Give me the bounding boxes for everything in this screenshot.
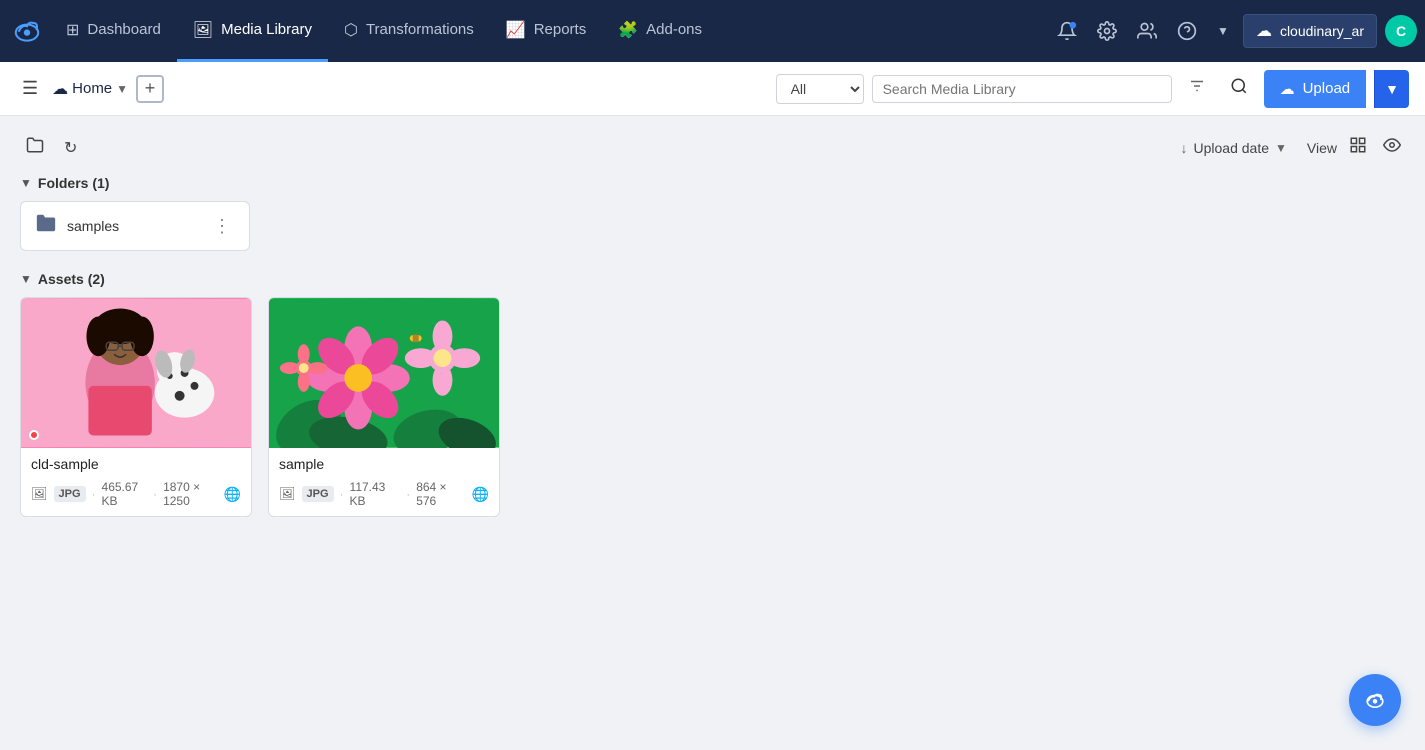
folders-section-label: Folders (1) (38, 175, 110, 191)
nav-right: ▼ ☁ cloudinary_ar C (1051, 14, 1417, 48)
home-icon: ☁ (52, 79, 68, 99)
asset-badge (29, 430, 39, 440)
sort-bar: ↻ ↓ Upload date ▼ View (20, 132, 1405, 163)
upload-cloud-icon: ☁ (1280, 80, 1295, 98)
asset-thumbnail-sample (269, 298, 499, 448)
chevron-down-help-icon[interactable]: ▼ (1211, 18, 1235, 44)
folder-grid: samples ⋮ (20, 201, 1405, 251)
sort-arrow-icon[interactable]: ↓ (1181, 140, 1188, 156)
grid-view-icon-btn[interactable] (1345, 132, 1371, 163)
asset-size: 465.67 KB (102, 480, 148, 508)
asset-size-2: 117.43 KB (350, 480, 401, 508)
asset-meta-sample: 🖼 JPG · 117.43 KB · 864 × 576 🌐 (269, 476, 499, 516)
folder-name: samples (67, 218, 199, 234)
asset-dimensions: 1870 × 1250 (163, 480, 218, 508)
asset-name-sample: sample (269, 448, 499, 476)
folder-menu-button[interactable]: ⋮ (209, 215, 235, 237)
home-chevron-icon: ▼ (116, 82, 128, 96)
assets-section-label: Assets (2) (38, 271, 105, 287)
sidebar-toggle-button[interactable]: ☰ (16, 72, 44, 105)
upload-dropdown-button[interactable]: ▼ (1374, 70, 1409, 108)
folders-chevron-icon: ▼ (20, 176, 32, 190)
asset-dimensions-2: 864 × 576 (416, 480, 465, 508)
cloud-name-button[interactable]: ☁ cloudinary_ar (1243, 14, 1377, 48)
asset-type-badge-2: JPG (302, 486, 334, 502)
help-icon-btn[interactable] (1171, 15, 1203, 47)
view-label: View (1307, 140, 1337, 156)
globe-icon[interactable]: 🌐 (224, 486, 241, 503)
upload-label: Upload (1303, 80, 1351, 97)
top-navigation: ⊞ Dashboard 🖼 Media Library ⬡ Transforma… (0, 0, 1425, 62)
eye-icon-btn[interactable] (1379, 132, 1405, 163)
filter-icon-btn[interactable] (1180, 72, 1214, 105)
fab-button[interactable] (1349, 674, 1401, 726)
user-management-icon-btn[interactable] (1131, 15, 1163, 47)
asset-meta-cld-sample: 🖼 JPG · 465.67 KB · 1870 × 1250 🌐 (21, 476, 251, 516)
asset-type-icon-2: 🖼 (279, 486, 296, 502)
nav-item-reports-label: Reports (534, 21, 587, 38)
sort-chevron-icon[interactable]: ▼ (1275, 141, 1287, 155)
assets-chevron-icon: ▼ (20, 272, 32, 286)
nav-item-addons-label: Add-ons (646, 21, 702, 38)
assets-section-header[interactable]: ▼ Assets (2) (20, 271, 1405, 287)
nav-item-reports[interactable]: 📈 Reports (490, 0, 602, 62)
folder-icon (35, 212, 57, 240)
filter-select[interactable]: All Images Videos Raw (776, 74, 864, 104)
search-section: All Images Videos Raw (776, 72, 1256, 105)
settings-icon-btn[interactable] (1091, 15, 1123, 47)
nav-item-media-library-label: Media Library (221, 21, 312, 38)
secondary-toolbar: ☰ ☁ Home ▼ + All Images Videos Raw (0, 62, 1425, 116)
addons-icon: 🧩 (618, 20, 638, 40)
sort-controls: ↓ Upload date ▼ (1181, 140, 1287, 156)
asset-image-flowers (269, 298, 499, 448)
dashboard-icon: ⊞ (66, 20, 79, 40)
nav-items: ⊞ Dashboard 🖼 Media Library ⬡ Transforma… (50, 0, 1051, 62)
avatar-initials: C (1396, 23, 1406, 39)
folders-section-header[interactable]: ▼ Folders (1) (20, 175, 1405, 191)
refresh-button[interactable]: ↻ (58, 134, 83, 162)
search-box (872, 75, 1172, 103)
nav-item-dashboard[interactable]: ⊞ Dashboard (50, 0, 177, 62)
asset-card-sample[interactable]: sample 🖼 JPG · 117.43 KB · 864 × 576 🌐 (268, 297, 500, 517)
nav-item-addons[interactable]: 🧩 Add-ons (602, 0, 718, 62)
home-breadcrumb[interactable]: ☁ Home ▼ (52, 79, 128, 99)
nav-item-transformations[interactable]: ⬡ Transformations (328, 0, 490, 62)
logo[interactable] (8, 12, 46, 50)
globe-icon-2[interactable]: 🌐 (472, 486, 489, 503)
asset-type-badge: JPG (54, 486, 86, 502)
add-folder-button[interactable]: + (136, 75, 164, 103)
folder-item[interactable]: samples ⋮ (20, 201, 250, 251)
home-label: Home (72, 80, 112, 97)
transformations-icon: ⬡ (344, 20, 358, 40)
nav-item-dashboard-label: Dashboard (87, 21, 160, 38)
reports-icon: 📈 (506, 20, 526, 40)
asset-card-cld-sample[interactable]: cld-sample 🖼 JPG · 465.67 KB · 1870 × 12… (20, 297, 252, 517)
nav-item-media-library[interactable]: 🖼 Media Library (177, 0, 328, 62)
cloud-name-label: cloudinary_ar (1280, 23, 1364, 39)
upload-button[interactable]: ☁ Upload (1264, 70, 1367, 108)
asset-image-person (21, 298, 251, 448)
avatar[interactable]: C (1385, 15, 1417, 47)
search-icon-btn[interactable] (1222, 72, 1256, 105)
notifications-icon-btn[interactable] (1051, 15, 1083, 47)
media-library-icon: 🖼 (193, 20, 213, 40)
assets-section: ▼ Assets (2) (20, 271, 1405, 517)
assets-grid: cld-sample 🖼 JPG · 465.67 KB · 1870 × 12… (20, 297, 1405, 517)
new-folder-button[interactable] (20, 132, 50, 163)
search-input[interactable] (883, 81, 1161, 97)
asset-thumbnail-cld-sample (21, 298, 251, 448)
nav-item-transformations-label: Transformations (366, 21, 474, 38)
cloud-icon: ☁ (1256, 21, 1272, 41)
asset-name-cld-sample: cld-sample (21, 448, 251, 476)
asset-type-icon: 🖼 (31, 486, 48, 502)
content-area: ↻ ↓ Upload date ▼ View ▼ Folders (1) (0, 116, 1425, 750)
sort-label[interactable]: Upload date (1194, 140, 1270, 156)
